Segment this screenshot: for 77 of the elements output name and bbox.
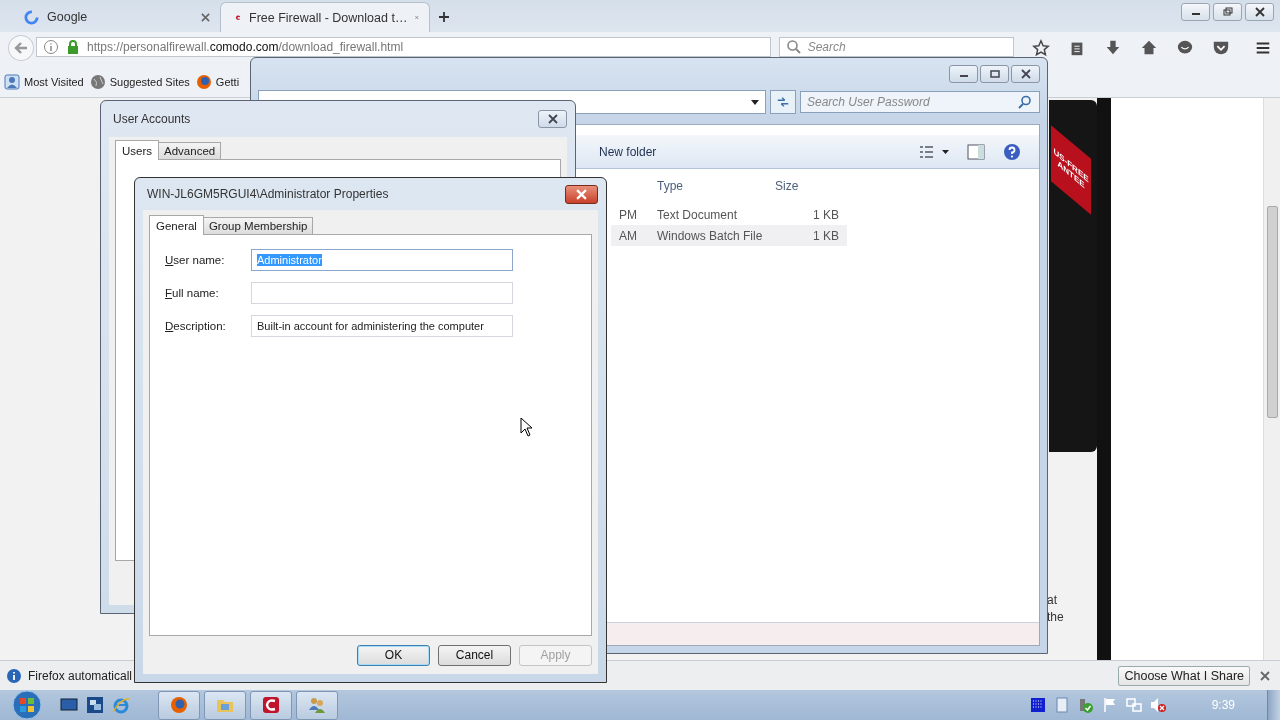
bookmark-item[interactable]: Most Visited xyxy=(24,75,84,88)
close-button[interactable] xyxy=(538,110,567,128)
view-list-icon[interactable] xyxy=(919,144,949,159)
close-button[interactable] xyxy=(565,184,598,204)
maximize-icon xyxy=(989,69,1000,79)
field-label: Full name: xyxy=(165,287,220,299)
bookmark-item[interactable]: Suggested Sites xyxy=(109,75,190,88)
firefox-icon[interactable] xyxy=(195,73,212,90)
window-title: User Accounts xyxy=(113,112,191,126)
browser-tab[interactable]: Free Firewall - Download t… xyxy=(220,2,430,32)
refresh-button[interactable] xyxy=(770,90,796,114)
close-icon xyxy=(1020,69,1031,79)
restore-icon xyxy=(1222,7,1233,17)
taskbar-button[interactable] xyxy=(250,690,292,720)
minimize-button[interactable] xyxy=(949,65,978,83)
refresh-arrows-icon xyxy=(776,95,790,109)
keyboard-icon[interactable] xyxy=(1029,697,1046,713)
google-icon xyxy=(24,9,39,25)
close-icon xyxy=(576,188,587,200)
field-label: User name: xyxy=(165,254,226,266)
choose-share-button[interactable]: Choose What I Share xyxy=(1118,665,1250,686)
new-folder-button[interactable]: New folder xyxy=(599,144,657,159)
address-bar[interactable]: https://personalfirewall.comodo.com/download_firewall.html xyxy=(35,37,771,57)
field-label: Description: xyxy=(165,320,227,332)
users-icon xyxy=(307,695,327,715)
preview-pane-icon[interactable] xyxy=(967,143,985,160)
page-text: the xyxy=(1047,610,1064,624)
dialog-button[interactable]: Cancel xyxy=(438,644,511,666)
dialog-tab[interactable]: Advanced xyxy=(158,142,222,159)
maximize-button[interactable] xyxy=(980,65,1009,83)
new-tab-icon[interactable] xyxy=(438,11,450,23)
taskbar-button[interactable] xyxy=(158,690,200,720)
close-button[interactable] xyxy=(1245,3,1274,21)
minimize-button[interactable] xyxy=(1181,3,1210,21)
back-arrow-icon xyxy=(12,40,29,56)
globe-icon[interactable] xyxy=(89,73,106,90)
dialog-tab[interactable]: Group Membership xyxy=(202,217,314,234)
dialog-button[interactable]: OK xyxy=(357,644,430,666)
column-header[interactable]: Size xyxy=(767,178,839,193)
file-row[interactable]: PM Text Document 1 KB xyxy=(611,204,847,225)
menu-icon[interactable] xyxy=(1254,39,1272,57)
notification-text: Firefox automaticall xyxy=(28,668,133,683)
bookmark-item[interactable]: Getti xyxy=(215,75,240,88)
mouse-pointer-icon xyxy=(520,417,532,437)
close-icon xyxy=(547,114,558,124)
search-icon xyxy=(785,39,802,55)
browser-tab[interactable]: Google xyxy=(10,2,220,32)
search-field[interactable]: Search xyxy=(778,37,1015,57)
column-header[interactable]: Type xyxy=(637,178,767,193)
url-text: https://personalfirewall.comodo.com/download_firewall.html xyxy=(86,40,404,54)
search-icon xyxy=(1017,94,1033,110)
dialog-tab[interactable]: Users xyxy=(115,140,160,160)
back-button[interactable] xyxy=(8,35,34,61)
help-icon[interactable] xyxy=(1003,142,1021,161)
security-icon[interactable] xyxy=(1077,697,1094,713)
text-field[interactable]: Built-in account for administering the computer xyxy=(251,315,513,337)
close-button[interactable] xyxy=(1011,65,1040,83)
info-icon xyxy=(6,667,22,684)
desktop-icon[interactable] xyxy=(60,696,78,714)
home-icon[interactable] xyxy=(1140,39,1159,57)
restore-button[interactable] xyxy=(1213,3,1242,21)
page-text: at xyxy=(1047,593,1058,607)
text-field[interactable] xyxy=(251,282,513,304)
close-icon[interactable] xyxy=(1260,670,1270,681)
star-icon[interactable] xyxy=(1032,39,1051,57)
firefox-icon xyxy=(169,695,189,715)
close-icon[interactable] xyxy=(201,12,210,22)
info-icon[interactable] xyxy=(42,39,59,55)
scrollbar[interactable] xyxy=(1263,98,1280,660)
window-title: WIN-JL6GM5RGUI4\Administrator Properties xyxy=(147,187,389,201)
close-icon xyxy=(1254,7,1265,17)
file-row[interactable]: AM Windows Batch File 1 KB xyxy=(611,225,847,246)
dialog-tab[interactable]: General xyxy=(149,215,204,235)
muted-speaker-icon[interactable] xyxy=(1149,697,1166,713)
pocket-icon[interactable] xyxy=(1212,39,1231,57)
person-icon[interactable] xyxy=(4,73,20,90)
taskbar-button[interactable] xyxy=(296,690,338,720)
